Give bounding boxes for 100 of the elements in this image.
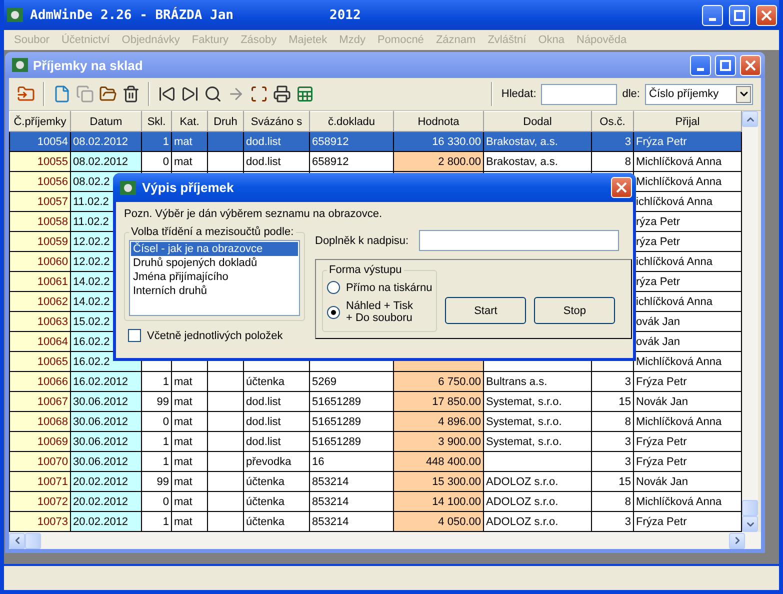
table-cell: 448 400.00 — [394, 452, 484, 472]
radio-button[interactable] — [327, 281, 340, 294]
table-cell: 853214 — [310, 512, 394, 532]
column-header[interactable]: Datum — [70, 112, 142, 132]
table-cell: 10058 — [10, 212, 70, 232]
trash-icon[interactable] — [122, 85, 140, 103]
table-cell: Michlíčková Anna — [634, 352, 742, 372]
radio-label: Přímo na tiskárnu — [346, 282, 432, 294]
maximize-button[interactable] — [715, 54, 736, 76]
minimize-button[interactable] — [690, 54, 711, 76]
maximize-icon — [734, 10, 745, 20]
column-header[interactable]: Skl. — [142, 112, 172, 132]
column-header[interactable]: Dodal — [484, 112, 592, 132]
table-cell: 8 — [592, 152, 634, 172]
column-header[interactable]: Svázáno s — [244, 112, 310, 132]
checkbox[interactable] — [128, 329, 141, 342]
table-cell: mat — [172, 372, 208, 392]
heading-suffix-label: Doplněk k nadpisu: — [315, 234, 409, 246]
scroll-up-button[interactable] — [742, 111, 758, 127]
table-cell: 10067 — [10, 392, 70, 412]
minimize-button[interactable] — [702, 4, 723, 26]
frame-icon[interactable] — [250, 85, 268, 103]
column-header[interactable]: č.dokladu — [310, 112, 394, 132]
search-by-label: dle: — [622, 88, 640, 100]
arrow-right-icon[interactable] — [227, 85, 245, 103]
close-button[interactable] — [740, 54, 761, 76]
column-header[interactable]: Kat. — [172, 112, 208, 132]
table-cell: 853214 — [310, 492, 394, 512]
table-cell: dod.list — [244, 432, 310, 452]
table-cell: Michlíčková Anna — [634, 412, 742, 432]
vertical-scrollbar[interactable] — [742, 111, 758, 532]
dialog-button[interactable]: Stop — [534, 297, 616, 324]
table-cell: rýza Petr — [634, 212, 742, 232]
skip-back-icon[interactable] — [158, 85, 176, 103]
table-cell: dod.list — [244, 132, 310, 152]
scrollbar-thumb[interactable] — [742, 500, 758, 516]
maximize-button[interactable] — [729, 4, 750, 26]
folder-icon[interactable] — [99, 85, 117, 103]
group-legend: Forma výstupu — [327, 264, 404, 276]
sort-listbox[interactable]: Čísel - jak je na obrazovce Druhů spojených dokladů Jména přijímajícího Interních druhů — [129, 240, 300, 316]
table-cell: rýza Petr — [634, 232, 742, 252]
table-cell: 16 330.00 — [394, 132, 484, 152]
table-cell: účtenka — [244, 472, 310, 492]
heading-suffix-field[interactable] — [418, 230, 619, 251]
table-cell: ichlíčková Anna — [634, 192, 742, 212]
search-icon[interactable] — [204, 85, 222, 103]
table-cell: Michlíčková Anna — [634, 172, 742, 192]
close-button[interactable] — [756, 4, 777, 26]
table-cell: Frýza Petr — [634, 372, 742, 392]
table-cell: 10066 — [10, 372, 70, 392]
search-label: Hledat: — [501, 88, 536, 100]
table-cell: 30.06.2012 — [70, 412, 142, 432]
table-cell: 1 — [142, 432, 172, 452]
table-cell: 0 — [142, 412, 172, 432]
table-cell: ADOLOZ s.r.o. — [484, 512, 592, 532]
checkbox-label: Včetně jednotlivých položek — [147, 330, 283, 342]
radio-button[interactable] — [327, 306, 340, 318]
table-cell: 16.02.2012 — [70, 372, 142, 392]
table-cell: ichlíčková Anna — [634, 292, 742, 312]
table-cell: 10054 — [10, 132, 70, 152]
maximize-icon — [720, 60, 731, 70]
table-cell: Michlíčková Anna — [634, 492, 742, 512]
table-cell: 10070 — [10, 452, 70, 472]
table-cell: 6 750.00 — [394, 372, 484, 392]
table-cell: 1 — [142, 452, 172, 472]
dialog-button[interactable]: Start — [445, 297, 526, 324]
skip-forward-icon[interactable] — [181, 85, 199, 103]
table-cell: dod.list — [244, 152, 310, 172]
table-cell: 10065 — [10, 352, 70, 372]
document-icon[interactable] — [53, 85, 71, 103]
table-cell: 10063 — [10, 312, 70, 332]
close-button[interactable] — [611, 177, 632, 198]
scroll-right-button[interactable] — [729, 532, 745, 548]
scroll-left-button[interactable] — [9, 532, 25, 548]
column-header[interactable]: Druh — [208, 112, 244, 132]
column-header[interactable]: Os.č. — [592, 112, 634, 132]
table-cell: mat — [172, 452, 208, 472]
scrollbar-thumb[interactable] — [25, 532, 41, 548]
folder-arrow-icon[interactable] — [17, 85, 35, 103]
list-item[interactable]: Čísel - jak je na obrazovce — [131, 242, 298, 256]
table-cell: Systemat, s.r.o. — [484, 432, 592, 452]
search-by-dropdown[interactable]: Číslo příjemky — [645, 84, 753, 104]
close-icon — [616, 182, 627, 193]
table-cell: Brakostav, a.s. — [484, 132, 592, 152]
search-field[interactable] — [541, 84, 618, 104]
printer-icon[interactable] — [273, 85, 291, 103]
spreadsheet-icon[interactable] — [296, 85, 314, 103]
table-cell: 30.06.2012 — [70, 452, 142, 472]
table-cell: Systemat, s.r.o. — [484, 392, 592, 412]
table-cell: 8 — [592, 492, 634, 512]
table-cell: rýza Petr — [634, 272, 742, 292]
table-cell: 20.02.2012 — [70, 472, 142, 492]
table-cell: 08.02.2012 — [70, 132, 142, 152]
window-title: Příjemky na sklad — [33, 58, 144, 72]
table-cell: ADOLOZ s.r.o. — [484, 472, 592, 492]
window-year: 2012 — [330, 8, 362, 22]
column-header[interactable]: Č.příjemky — [10, 112, 70, 132]
column-header[interactable]: Hodnota — [394, 112, 484, 132]
column-header[interactable]: Přijal — [634, 112, 742, 132]
scroll-down-button[interactable] — [742, 516, 758, 532]
